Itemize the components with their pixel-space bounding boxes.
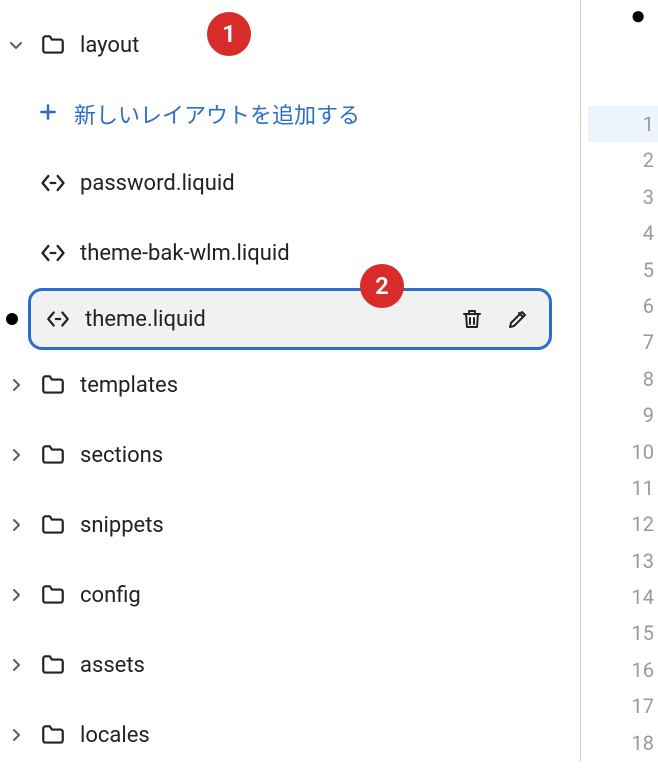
line-number: 5 [600,252,654,288]
folder-label: locales [80,723,150,748]
chevron-down-icon [6,37,26,53]
line-number: 4 [600,215,654,251]
modified-indicator-icon [6,313,18,325]
line-number: 14 [600,579,654,615]
folder-label: config [80,583,141,608]
file-row-theme-bak[interactable]: theme-bak-wlm.liquid [0,218,580,288]
chevron-right-icon [6,447,26,463]
folder-icon [38,652,68,678]
chevron-right-icon [6,727,26,743]
code-file-icon [38,239,68,267]
line-number: 6 [600,288,654,324]
line-number: 16 [600,652,654,688]
folder-icon [38,722,68,748]
delete-button[interactable] [455,302,489,336]
chevron-right-icon [6,587,26,603]
folder-icon [38,442,68,468]
annotation-badge-2: 2 [360,264,404,308]
folder-label: assets [80,653,145,678]
folder-label: templates [80,373,178,398]
line-number: 17 [600,688,654,724]
line-number: 9 [600,397,654,433]
rename-button[interactable] [501,302,535,336]
editor-line-gutter: ● 1 2 3 4 5 6 7 8 9 10 11 12 13 14 15 16… [600,0,658,761]
folder-row-layout[interactable]: layout [0,10,580,80]
file-label: theme-bak-wlm.liquid [80,241,290,266]
chevron-right-icon [6,657,26,673]
line-number: 2 [600,142,654,178]
line-number: 11 [600,470,654,506]
add-layout-label: 新しいレイアウトを追加する [74,98,360,130]
folder-row-templates[interactable]: templates [0,350,580,420]
plus-icon [38,102,58,127]
folder-row-config[interactable]: config [0,560,580,630]
file-row-password[interactable]: password.liquid [0,148,580,218]
folder-icon [38,32,68,58]
folder-label: layout [80,33,139,58]
folder-row-snippets[interactable]: snippets [0,490,580,560]
chevron-right-icon [6,377,26,393]
line-number: 18 [600,725,654,761]
file-label: password.liquid [80,171,235,196]
folder-icon [38,512,68,538]
code-file-icon [43,306,73,332]
chevron-right-icon [6,517,26,533]
annotation-badge-1: 1 [207,12,251,56]
file-row-theme-selected[interactable]: 2 theme.liquid [28,288,552,350]
line-number: 13 [600,543,654,579]
line-number: 8 [600,361,654,397]
folder-row-assets[interactable]: assets [0,630,580,700]
line-number: 7 [600,324,654,360]
file-label: theme.liquid [85,307,443,332]
line-number: 12 [600,506,654,542]
folder-icon [38,372,68,398]
line-number: 10 [600,434,654,470]
panel-divider [580,0,581,762]
modified-indicator-icon: ● [600,0,654,30]
folder-row-locales[interactable]: locales [0,700,580,770]
folder-label: snippets [80,513,164,538]
line-number: 15 [600,615,654,651]
add-layout-button[interactable]: 新しいレイアウトを追加する [0,80,580,148]
file-tree-sidebar: 1 layout 新しいレイアウトを追加する password.liquid t… [0,0,580,762]
folder-icon [38,582,68,608]
folder-label: sections [80,443,163,468]
line-number: 1 [588,106,658,142]
folder-row-sections[interactable]: sections [0,420,580,490]
code-file-icon [38,169,68,197]
line-number: 3 [600,179,654,215]
